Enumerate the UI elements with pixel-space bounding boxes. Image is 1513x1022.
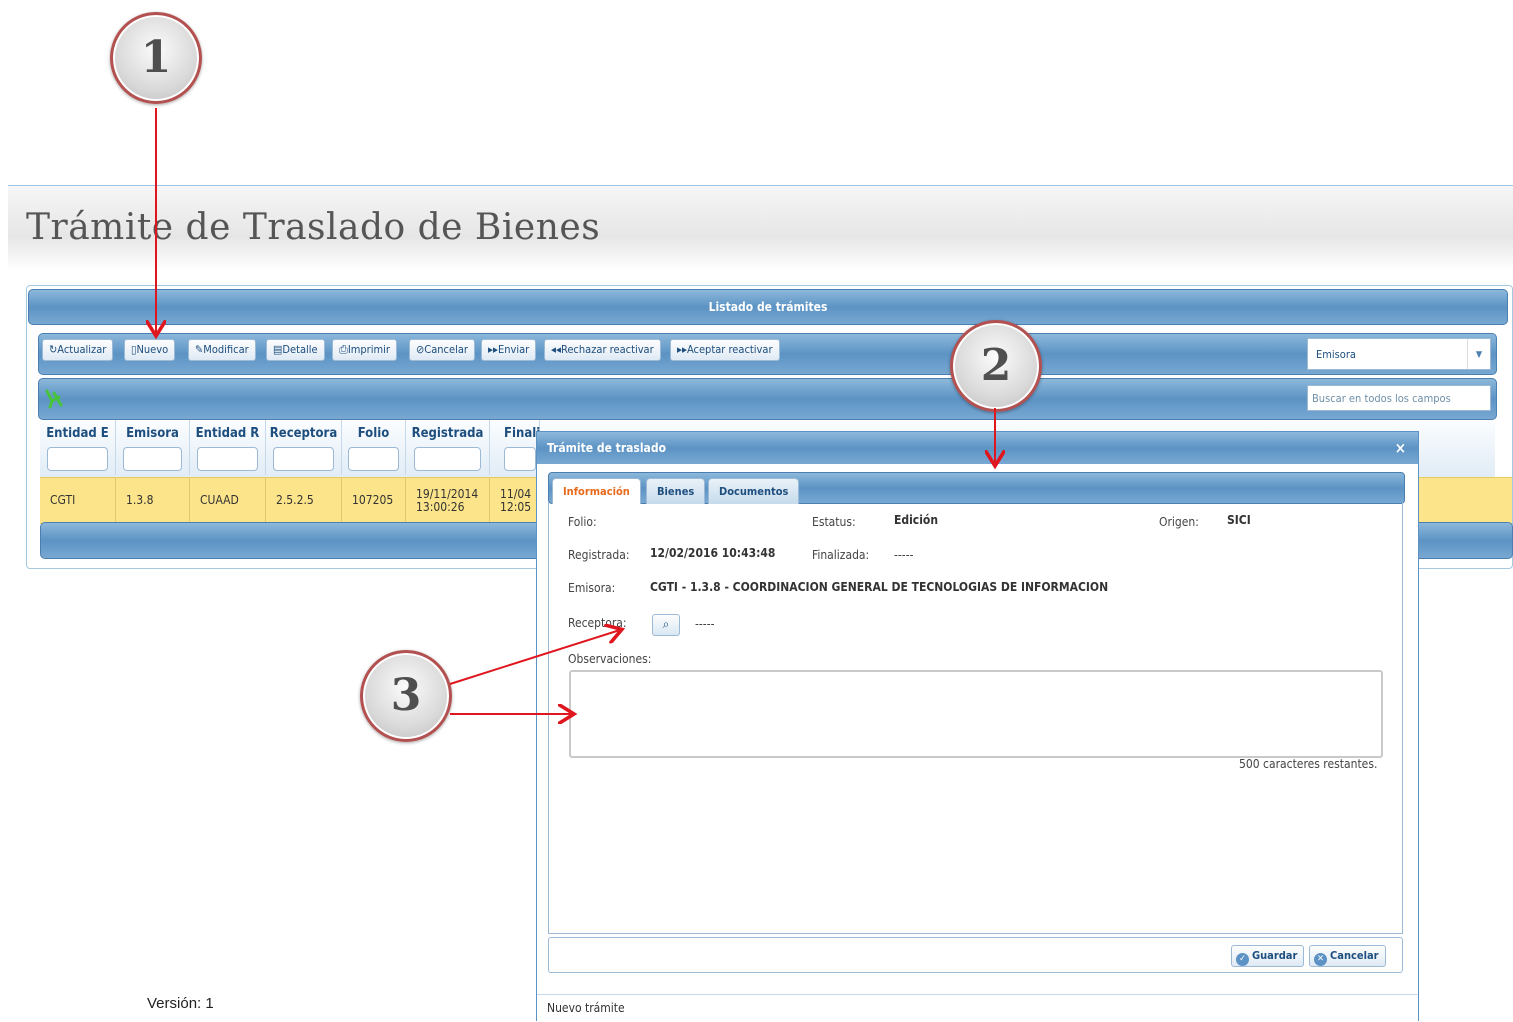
callout-arrows [0,108,1513,1020]
arrow-3a [449,630,620,685]
